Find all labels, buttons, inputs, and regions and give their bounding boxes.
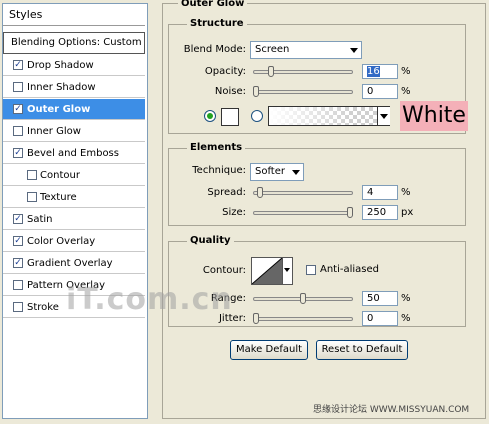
- style-item-texture[interactable]: Texture: [3, 187, 145, 208]
- style-item-label: Bevel and Emboss: [27, 148, 119, 159]
- style-item-label: Color Overlay: [27, 236, 96, 247]
- opacity-label: Opacity:: [204, 66, 246, 77]
- spread-label: Spread:: [207, 187, 246, 198]
- outer-glow-title: Outer Glow: [178, 0, 248, 9]
- size-label: Size:: [222, 207, 246, 218]
- style-item-label: Contour: [40, 170, 80, 181]
- noise-slider-track[interactable]: [253, 90, 353, 94]
- checkmark-icon[interactable]: ✓: [13, 104, 23, 114]
- spread-unit: %: [401, 187, 411, 198]
- noise-slider-thumb[interactable]: [253, 86, 259, 97]
- elements-title: Elements: [187, 142, 246, 153]
- range-slider-thumb[interactable]: [300, 293, 306, 304]
- radio-selected-dot: [207, 113, 213, 119]
- gradient-dropdown-button[interactable]: [377, 107, 390, 125]
- spread-input[interactable]: 4: [362, 185, 398, 200]
- solid-color-radio[interactable]: [204, 110, 216, 122]
- noise-unit: %: [401, 86, 411, 97]
- jitter-slider-track[interactable]: [253, 317, 353, 321]
- style-item-label: Satin: [27, 214, 53, 225]
- style-item-label: Texture: [40, 192, 77, 203]
- style-item-gradient-overlay[interactable]: ✓ Gradient Overlay: [3, 253, 145, 274]
- chevron-down-icon: [284, 268, 290, 272]
- jitter-input[interactable]: 0: [362, 311, 398, 326]
- site-watermark: 思缘设计论坛 WWW.MISSYUAN.COM: [313, 405, 470, 415]
- style-checkbox[interactable]: [27, 170, 37, 180]
- gradient-picker[interactable]: [268, 106, 390, 126]
- style-item-drop-shadow[interactable]: ✓ Drop Shadow: [3, 55, 145, 76]
- gradient-radio[interactable]: [251, 110, 263, 122]
- opacity-unit: %: [401, 66, 411, 77]
- make-default-button[interactable]: Make Default: [230, 340, 308, 360]
- checkmark-icon[interactable]: ✓: [13, 236, 23, 246]
- checkmark-icon[interactable]: ✓: [13, 148, 23, 158]
- style-checkbox[interactable]: [13, 126, 23, 136]
- style-item-label: Stroke: [27, 302, 59, 313]
- style-item-label: Inner Glow: [27, 126, 81, 137]
- noise-label: Noise:: [214, 86, 246, 97]
- styles-header[interactable]: Styles: [3, 4, 145, 26]
- spread-slider-thumb[interactable]: [256, 187, 263, 198]
- spread-slider-track[interactable]: [253, 191, 353, 195]
- jitter-unit: %: [401, 313, 411, 324]
- technique-value: Softer: [255, 166, 285, 177]
- structure-title: Structure: [187, 18, 247, 29]
- technique-select[interactable]: Softer: [250, 163, 304, 181]
- anti-aliased-checkbox[interactable]: [306, 265, 316, 275]
- anti-aliased-label: Anti-aliased: [320, 264, 380, 275]
- size-unit: px: [401, 207, 414, 218]
- opacity-input[interactable]: 16: [362, 64, 398, 79]
- style-checkbox[interactable]: [13, 280, 23, 290]
- style-item-color-overlay[interactable]: ✓ Color Overlay: [3, 231, 145, 252]
- jitter-slider-thumb[interactable]: [253, 313, 259, 324]
- style-checkbox[interactable]: [27, 192, 37, 202]
- reset-to-default-button[interactable]: Reset to Default: [316, 340, 408, 360]
- technique-label: Technique:: [192, 165, 246, 176]
- watermark-logo: iT.com.cn: [66, 282, 233, 317]
- range-unit: %: [401, 293, 411, 304]
- blend-mode-value: Screen: [255, 44, 290, 55]
- style-item-label: Gradient Overlay: [27, 258, 113, 269]
- style-item-contour[interactable]: Contour: [3, 165, 145, 186]
- contour-curve-icon: [252, 258, 282, 284]
- color-callout-label: White: [400, 101, 468, 131]
- style-checkbox[interactable]: [13, 82, 23, 92]
- style-item-inner-glow[interactable]: Inner Glow: [3, 121, 145, 142]
- contour-dropdown-button[interactable]: [283, 257, 293, 285]
- noise-input[interactable]: 0: [362, 84, 398, 99]
- chevron-down-icon: [380, 114, 388, 119]
- range-input[interactable]: 50: [362, 291, 398, 306]
- checkmark-icon[interactable]: ✓: [13, 60, 23, 70]
- blending-options-item[interactable]: Blending Options: Custom: [3, 32, 145, 54]
- blend-mode-label: Blend Mode:: [183, 44, 246, 55]
- style-item-label: Inner Shadow: [27, 82, 96, 93]
- checkmark-icon[interactable]: ✓: [13, 214, 23, 224]
- contour-label: Contour:: [202, 265, 246, 276]
- size-slider-thumb[interactable]: [347, 207, 353, 218]
- chevron-down-icon: [292, 170, 300, 175]
- style-item-bevel-and-emboss[interactable]: ✓ Bevel and Emboss: [3, 143, 145, 164]
- glow-color-swatch[interactable]: [221, 108, 239, 126]
- style-item-outer-glow[interactable]: ✓ Outer Glow: [3, 99, 145, 120]
- size-slider-track[interactable]: [253, 211, 353, 215]
- style-item-label: Outer Glow: [27, 104, 91, 115]
- style-item-satin[interactable]: ✓ Satin: [3, 209, 145, 230]
- quality-title: Quality: [187, 235, 234, 246]
- blend-mode-select[interactable]: Screen: [250, 41, 362, 59]
- style-checkbox[interactable]: [13, 302, 23, 312]
- contour-preview[interactable]: [251, 257, 283, 285]
- size-input[interactable]: 250: [362, 205, 398, 220]
- style-item-inner-shadow[interactable]: Inner Shadow: [3, 77, 145, 98]
- checkmark-icon[interactable]: ✓: [13, 258, 23, 268]
- chevron-down-icon: [350, 48, 358, 53]
- opacity-slider-thumb[interactable]: [268, 66, 275, 77]
- style-item-label: Drop Shadow: [27, 60, 94, 71]
